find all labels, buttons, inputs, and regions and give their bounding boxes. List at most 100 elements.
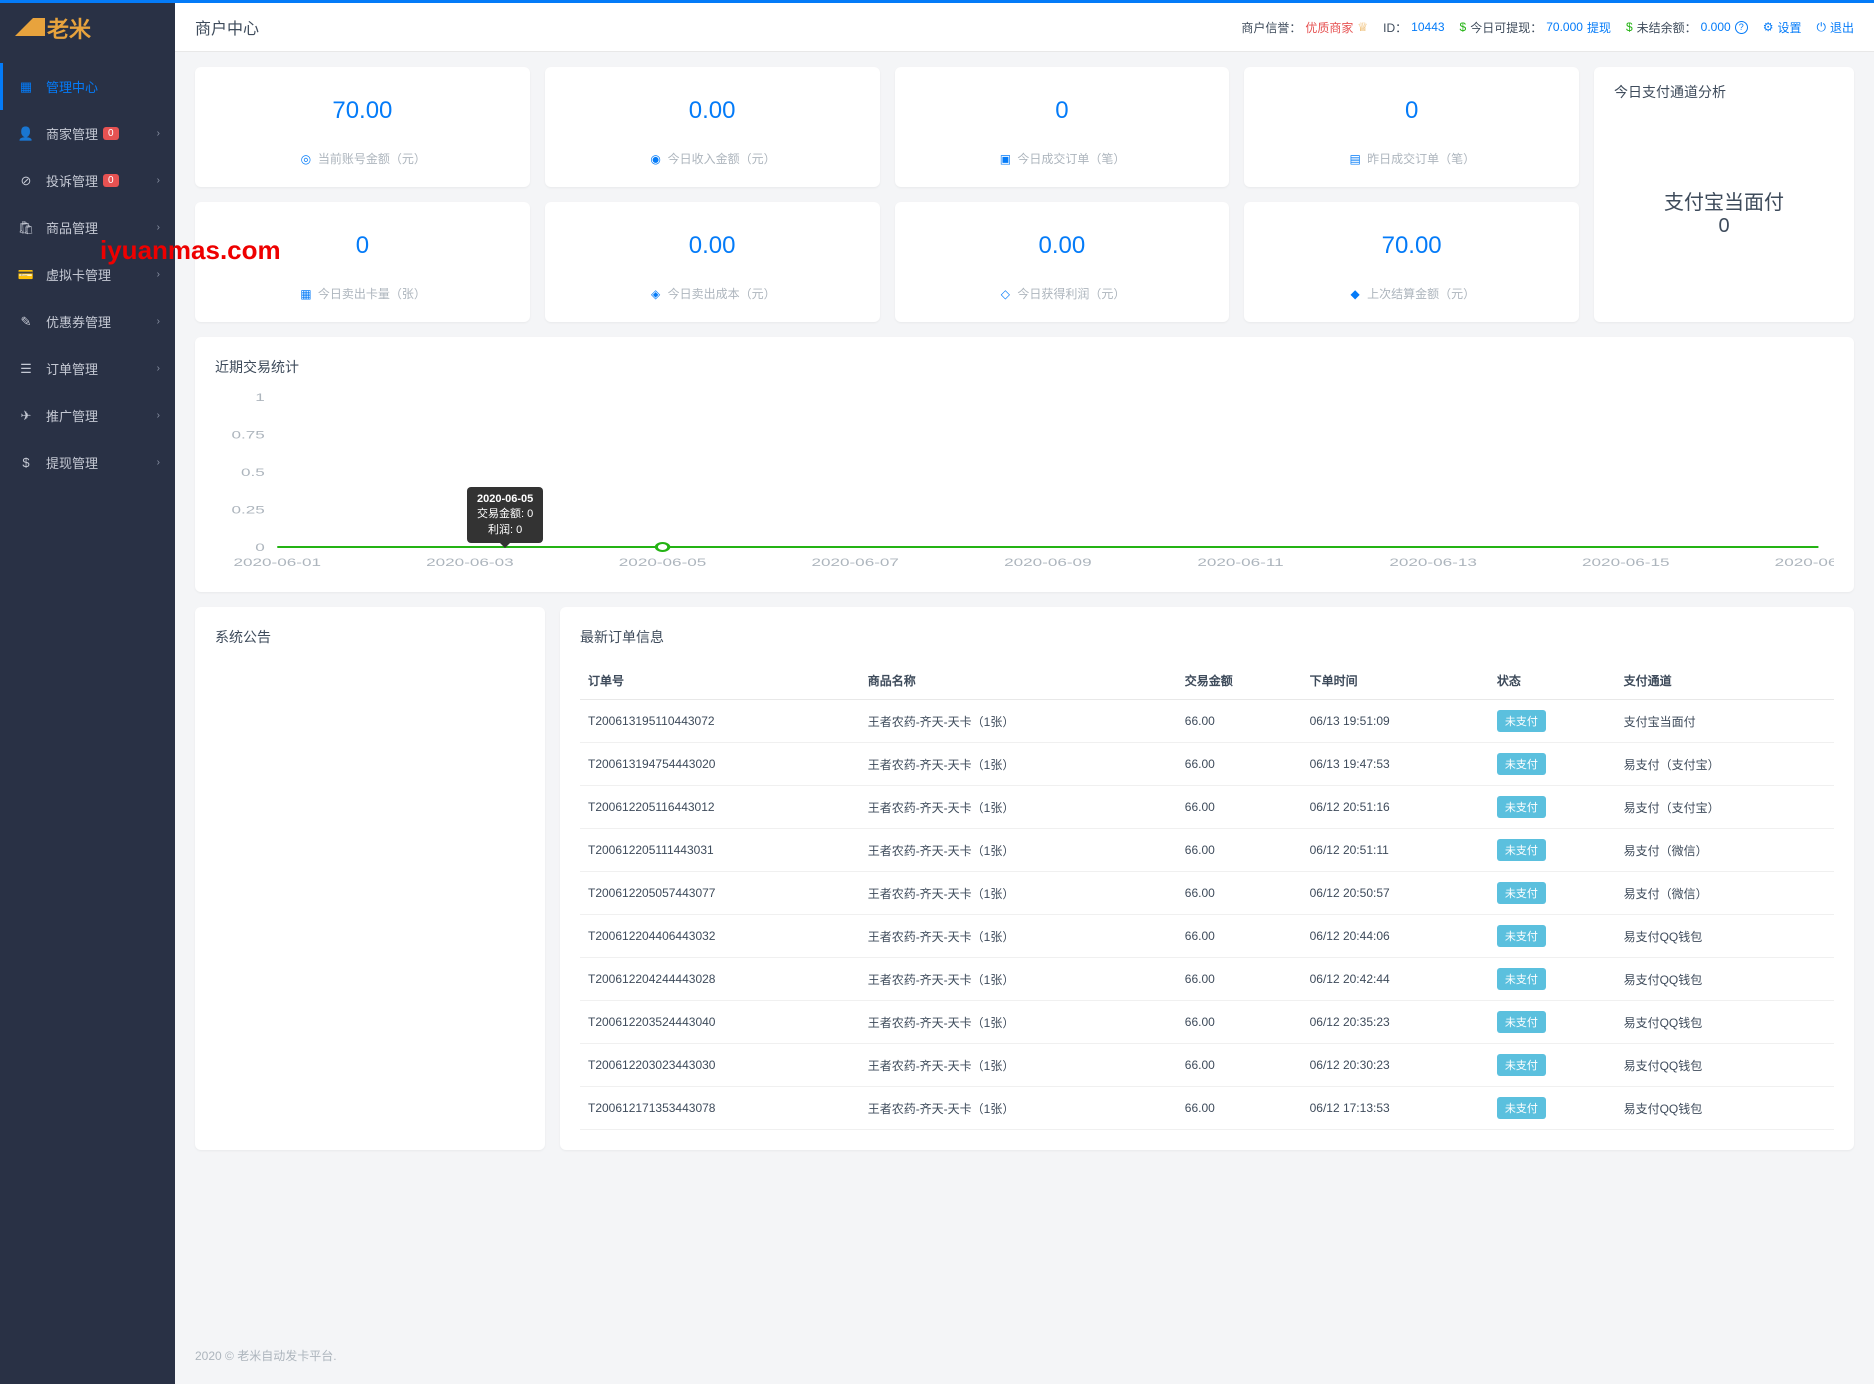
channel: 易支付（支付宝） (1616, 743, 1834, 786)
trade-chart[interactable]: 00.250.50.7512020-06-012020-06-032020-06… (215, 392, 1834, 572)
time: 06/12 20:30:23 (1302, 1044, 1489, 1087)
menu-icon: ▦ (18, 79, 34, 95)
table-row[interactable]: T200612203524443040 王者农药-齐天-天卡（1张） 66.00… (580, 1001, 1834, 1044)
time: 06/12 20:42:44 (1302, 958, 1489, 1001)
sidebar: 老米 ▦ 管理中心 👤 商家管理 0 › ⊘ 投诉管理 0 › 🛍 商品管理 ›… (0, 0, 175, 1384)
table-row[interactable]: T200612204406443032 王者农药-齐天-天卡（1张） 66.00… (580, 915, 1834, 958)
menu-icon: $ (18, 455, 34, 471)
chart-title: 近期交易统计 (215, 357, 1834, 377)
footer: 2020 © 老米自动发卡平台. (175, 1327, 1874, 1384)
stat-card-7: 70.00 ◆ 上次结算金额（元） (1244, 202, 1579, 322)
status-badge: 未支付 (1497, 925, 1546, 947)
sidebar-item-7[interactable]: ✈ 推广管理 › (0, 392, 175, 439)
time: 06/12 17:13:53 (1302, 1087, 1489, 1130)
stat-card-1: 0.00 ◉ 今日收入金额（元） (545, 67, 880, 187)
announcement-card: 系统公告 (195, 607, 545, 1150)
order-no: T200612203023443030 (580, 1044, 860, 1087)
stat-value: 70.00 (1259, 232, 1564, 260)
stat-label: ◎ 当前账号金额（元） (210, 150, 515, 167)
menu-label: 优惠券管理 (46, 312, 111, 331)
orders-col-1: 商品名称 (860, 662, 1177, 700)
channel: 易支付QQ钱包 (1616, 1044, 1834, 1087)
svg-text:2020-06-03: 2020-06-03 (426, 557, 514, 569)
product: 王者农药-齐天-天卡（1张） (860, 958, 1177, 1001)
today-withdraw: $ 今日可提现： 70.000 提现 (1460, 19, 1611, 36)
svg-text:0.5: 0.5 (241, 467, 265, 479)
amount: 66.00 (1177, 743, 1302, 786)
table-row[interactable]: T200612205111443031 王者农药-齐天-天卡（1张） 66.00… (580, 829, 1834, 872)
stat-label: ◈ 今日卖出成本（元） (560, 285, 865, 302)
menu-icon: ☰ (18, 361, 34, 377)
stat-label: ◉ 今日收入金额（元） (560, 150, 865, 167)
stat-value: 0.00 (910, 232, 1215, 260)
orders-col-0: 订单号 (580, 662, 860, 700)
product: 王者农药-齐天-天卡（1张） (860, 1001, 1177, 1044)
product: 王者农药-齐天-天卡（1张） (860, 1087, 1177, 1130)
svg-text:2020-06-13: 2020-06-13 (1389, 557, 1477, 569)
chevron-right-icon: › (157, 457, 160, 468)
menu-label: 推广管理 (46, 406, 98, 425)
amount: 66.00 (1177, 958, 1302, 1001)
amount: 66.00 (1177, 872, 1302, 915)
stat-value: 0 (1259, 97, 1564, 125)
menu-label: 虚拟卡管理 (46, 265, 111, 284)
stat-value: 70.00 (210, 97, 515, 125)
orders-title: 最新订单信息 (580, 627, 1834, 647)
sidebar-item-1[interactable]: 👤 商家管理 0 › (0, 110, 175, 157)
amount: 66.00 (1177, 829, 1302, 872)
help-icon[interactable]: ? (1735, 21, 1748, 34)
stat-card-6: 0.00 ◇ 今日获得利润（元） (895, 202, 1230, 322)
stat-card-4: 0 ▦ 今日卖出卡量（张） (195, 202, 530, 322)
withdraw-link[interactable]: 提现 (1587, 19, 1611, 36)
menu-icon: ✎ (18, 314, 34, 330)
channel: 易支付QQ钱包 (1616, 1001, 1834, 1044)
stat-value: 0 (210, 232, 515, 260)
status-badge: 未支付 (1497, 1011, 1546, 1033)
logo[interactable]: 老米 (0, 3, 175, 53)
pending-balance: $ 未结余额： 0.000 ? (1626, 19, 1748, 36)
channel: 易支付QQ钱包 (1616, 958, 1834, 1001)
product: 王者农药-齐天-天卡（1张） (860, 915, 1177, 958)
status-badge: 未支付 (1497, 1097, 1546, 1119)
table-row[interactable]: T200613195110443072 王者农药-齐天-天卡（1张） 66.00… (580, 700, 1834, 743)
orders-table: 订单号商品名称交易金额下单时间状态支付通道 T20061319511044307… (580, 662, 1834, 1130)
time: 06/12 20:44:06 (1302, 915, 1489, 958)
menu-label: 投诉管理 (46, 171, 98, 190)
table-row[interactable]: T200612171353443078 王者农药-齐天-天卡（1张） 66.00… (580, 1087, 1834, 1130)
settings-link[interactable]: ⚙ 设置 (1763, 19, 1802, 36)
table-row[interactable]: T200612205057443077 王者农药-齐天-天卡（1张） 66.00… (580, 872, 1834, 915)
menu-badge: 0 (103, 174, 119, 187)
logo-icon (15, 18, 45, 39)
stat-label: ◇ 今日获得利润（元） (910, 285, 1215, 302)
channel: 易支付（支付宝） (1616, 786, 1834, 829)
sidebar-item-8[interactable]: $ 提现管理 › (0, 439, 175, 486)
sidebar-item-0[interactable]: ▦ 管理中心 (0, 63, 175, 110)
svg-text:2020-06-07: 2020-06-07 (811, 557, 899, 569)
table-row[interactable]: T200613194754443020 王者农药-齐天-天卡（1张） 66.00… (580, 743, 1834, 786)
stat-value: 0.00 (560, 97, 865, 125)
sidebar-item-6[interactable]: ☰ 订单管理 › (0, 345, 175, 392)
stat-card-2: 0 ▣ 今日成交订单（笔） (895, 67, 1230, 187)
logo-text: 老米 (47, 12, 91, 44)
orders-col-2: 交易金额 (1177, 662, 1302, 700)
sidebar-item-4[interactable]: 💳 虚拟卡管理 › (0, 251, 175, 298)
crown-icon: ♕ (1357, 20, 1368, 34)
sidebar-item-5[interactable]: ✎ 优惠券管理 › (0, 298, 175, 345)
table-row[interactable]: T200612204244443028 王者农药-齐天-天卡（1张） 66.00… (580, 958, 1834, 1001)
merchant-credit: 商户信誉： 优质商家 ♕ (1241, 19, 1368, 36)
stat-icon: ◆ (1348, 287, 1362, 301)
menu-label: 商家管理 (46, 124, 98, 143)
stat-icon: ◉ (649, 152, 663, 166)
status-badge: 未支付 (1497, 1054, 1546, 1076)
sidebar-item-2[interactable]: ⊘ 投诉管理 0 › (0, 157, 175, 204)
logout-link[interactable]: ⏻ 退出 (1816, 19, 1854, 36)
sidebar-item-3[interactable]: 🛍 商品管理 › (0, 204, 175, 251)
svg-text:2020-06-05: 2020-06-05 (619, 557, 707, 569)
menu-label: 提现管理 (46, 453, 98, 472)
table-row[interactable]: T200612203023443030 王者农药-齐天-天卡（1张） 66.00… (580, 1044, 1834, 1087)
stat-label: ▦ 今日卖出卡量（张） (210, 285, 515, 302)
amount: 66.00 (1177, 700, 1302, 743)
table-row[interactable]: T200612205116443012 王者农药-齐天-天卡（1张） 66.00… (580, 786, 1834, 829)
status-badge: 未支付 (1497, 968, 1546, 990)
status-badge: 未支付 (1497, 796, 1546, 818)
